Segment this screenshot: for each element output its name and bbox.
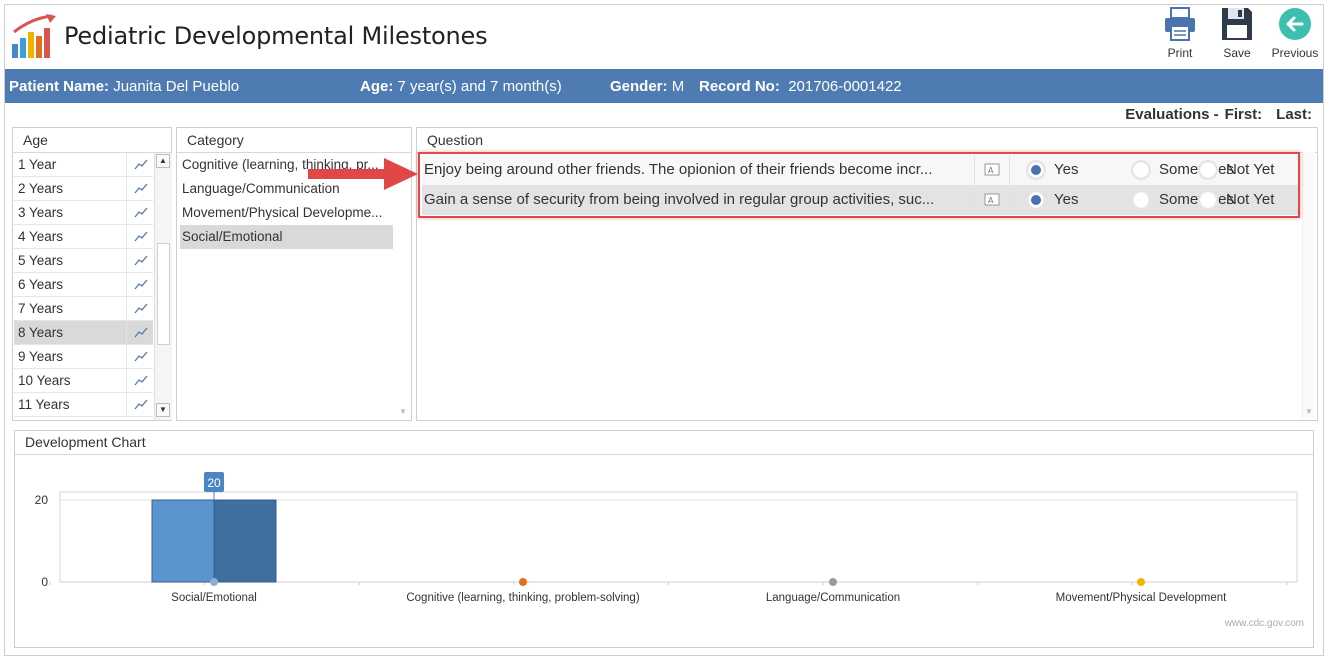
data-point <box>829 578 837 586</box>
trend-chart-icon[interactable] <box>126 249 154 272</box>
trend-chart-icon[interactable] <box>126 153 154 176</box>
age-item[interactable]: 7 Years <box>14 297 153 321</box>
save-button[interactable]: Save <box>1207 6 1267 60</box>
trend-chart-icon[interactable] <box>126 201 154 224</box>
trend-chart-icon[interactable] <box>126 345 154 368</box>
radio-sometimes[interactable] <box>1131 190 1151 210</box>
trend-chart-icon[interactable] <box>126 225 154 248</box>
age-item[interactable]: 2 Years <box>14 177 153 201</box>
age-item[interactable]: 4 Years <box>14 225 153 249</box>
patient-name: Patient Name: Juanita Del Pueblo <box>9 78 240 95</box>
age-item-label: 9 Years <box>18 349 64 364</box>
option-label: Not Yet <box>1226 161 1275 178</box>
note-icon[interactable]: A <box>974 185 1010 215</box>
x-category-label: Language/Communication <box>765 592 901 604</box>
option-label: Sometimes <box>1159 161 1235 178</box>
svg-text:A: A <box>988 166 994 175</box>
question-text: Gain a sense of security from being invo… <box>424 191 935 208</box>
y-tick-label: 0 <box>41 575 48 589</box>
previous-button[interactable]: Previous <box>1265 6 1325 60</box>
x-category-label: Movement/Physical Development <box>1055 592 1227 604</box>
scroll-up-icon[interactable]: ▲ <box>156 154 170 168</box>
trend-chart-icon[interactable] <box>126 369 154 392</box>
age-item-label: 10 Years <box>18 373 71 388</box>
age-item[interactable]: 10 Years <box>14 369 153 393</box>
svg-text:A: A <box>988 196 994 205</box>
trend-chart-icon[interactable] <box>126 297 154 320</box>
trend-chart-icon[interactable] <box>126 393 154 416</box>
age-item-label: 1 Year <box>18 157 57 172</box>
question-text: Enjoy being around other friends. The op… <box>424 161 933 178</box>
watermark: www.cdc.gov.com <box>1224 618 1304 629</box>
data-point <box>210 578 218 586</box>
radio-not-yet[interactable] <box>1198 160 1218 180</box>
radio-not-yet[interactable] <box>1198 190 1218 210</box>
evaluations-summary: Evaluations - First: Last: <box>1125 106 1312 123</box>
age-item[interactable]: 11 Years <box>14 393 153 417</box>
patient-age: Age: 7 year(s) and 7 month(s) <box>360 78 562 95</box>
age-item[interactable]: 5 Years <box>14 249 153 273</box>
age-item[interactable]: 1 Year <box>14 153 153 177</box>
floppy-disk-icon <box>1222 8 1252 40</box>
radio-yes[interactable] <box>1026 190 1046 210</box>
age-item-label: 8 Years <box>18 325 64 340</box>
back-arrow-icon <box>1279 8 1311 40</box>
option-label: Sometimes <box>1159 191 1235 208</box>
record-number: Record No: 201706-0001422 <box>699 78 902 95</box>
age-item-label: 7 Years <box>18 301 64 316</box>
option-label: Yes <box>1054 161 1079 178</box>
print-button[interactable]: Print <box>1150 6 1210 60</box>
app-title: Pediatric Developmental Milestones <box>64 22 488 50</box>
data-point <box>519 578 527 586</box>
question-row: Enjoy being around other friends. The op… <box>422 155 1298 185</box>
patient-gender: Gender: M <box>610 78 685 95</box>
age-item[interactable]: 3 Years <box>14 201 153 225</box>
scroll-down-icon[interactable]: ▼ <box>399 407 407 416</box>
question-row: Gain a sense of security from being invo… <box>422 185 1298 215</box>
age-item[interactable]: 8 Years <box>14 321 153 345</box>
category-item[interactable]: Movement/Physical Developme... <box>180 201 393 225</box>
age-item-label: 2 Years <box>18 181 64 196</box>
printer-icon <box>1165 7 1195 41</box>
age-panel-header: Age <box>13 128 171 153</box>
radio-sometimes[interactable] <box>1131 160 1151 180</box>
option-label: Not Yet <box>1226 191 1275 208</box>
scroll-down-icon[interactable]: ▼ <box>1305 407 1313 416</box>
chart-panel-header: Development Chart <box>15 431 1313 455</box>
patient-info-bar: Patient Name: Juanita Del Pueblo Age: 7 … <box>5 69 1323 103</box>
data-label: 20 <box>207 476 221 490</box>
trend-chart-icon[interactable] <box>126 177 154 200</box>
bar <box>213 499 277 583</box>
scroll-thumb[interactable] <box>157 243 170 345</box>
y-tick-label: 20 <box>35 493 49 507</box>
previous-label: Previous <box>1271 46 1319 60</box>
data-point <box>1137 578 1145 586</box>
save-label: Save <box>1223 46 1251 60</box>
age-panel: Age 1 Year 2 Years 3 Years 4 Years 5 Years 6 … <box>12 127 172 421</box>
x-category-label: Cognitive (learning, thinking, problem-s… <box>406 592 640 604</box>
age-item-label: 5 Years <box>18 253 64 268</box>
x-category-label: Social/Emotional <box>171 592 257 604</box>
age-item[interactable]: 9 Years <box>14 345 153 369</box>
radio-yes[interactable] <box>1026 160 1046 180</box>
print-label: Print <box>1167 46 1193 60</box>
callout-arrow-icon <box>308 158 418 190</box>
age-item[interactable]: 6 Years <box>14 273 153 297</box>
age-item-label: 11 Years <box>18 397 70 412</box>
note-icon[interactable]: A <box>974 155 1010 185</box>
chart-logo-icon <box>12 14 58 60</box>
category-panel-header: Category <box>177 128 411 153</box>
age-item-label: 3 Years <box>18 205 64 220</box>
age-item-label: 4 Years <box>18 229 64 244</box>
option-label: Yes <box>1054 191 1079 208</box>
age-item-label: 6 Years <box>18 277 64 292</box>
bar <box>151 499 215 583</box>
age-scrollbar[interactable]: ▲ ▼ <box>154 153 172 420</box>
trend-chart-icon[interactable] <box>126 321 154 344</box>
trend-chart-icon[interactable] <box>126 273 154 296</box>
category-item[interactable]: Social/Emotional <box>180 225 393 249</box>
question-panel-header: Question <box>417 128 1317 153</box>
question-scrollbar[interactable]: ▼ <box>1302 152 1315 418</box>
scroll-down-icon[interactable]: ▼ <box>156 403 170 417</box>
